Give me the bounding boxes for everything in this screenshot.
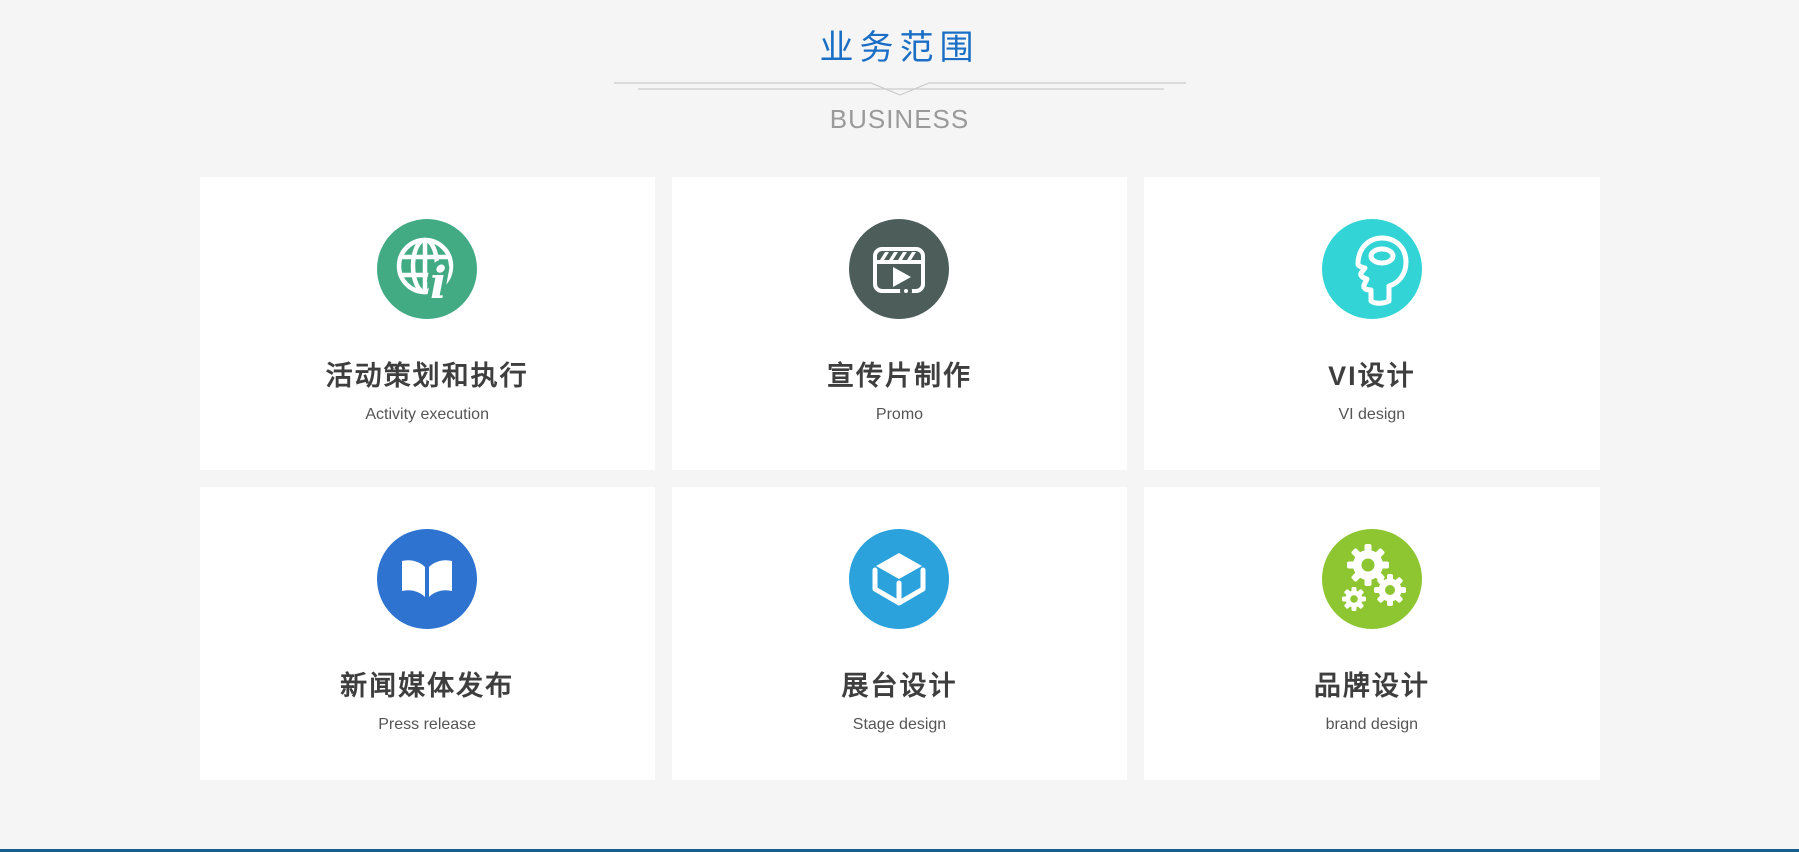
globe-info-icon: i — [377, 219, 477, 319]
service-card-promo[interactable]: 宣传片制作 Promo — [672, 177, 1127, 470]
card-subtitle: Activity execution — [200, 406, 655, 424]
section-header: 业务范围 BUSINESS — [0, 0, 1799, 135]
gears-icon — [1322, 529, 1422, 629]
services-grid: i 活动策划和执行 Activity execution — [200, 177, 1600, 780]
service-card-activity-execution[interactable]: i 活动策划和执行 Activity execution — [200, 177, 655, 470]
card-title: 新闻媒体发布 — [200, 664, 655, 703]
card-subtitle: VI design — [1144, 406, 1599, 424]
service-card-stage-design[interactable]: 展台设计 Stage design — [672, 487, 1127, 780]
divider-chevron-lines — [614, 82, 1186, 98]
service-card-vi-design[interactable]: VI设计 VI design — [1144, 177, 1599, 470]
card-title: 品牌设计 — [1144, 664, 1599, 703]
card-title: VI设计 — [1144, 354, 1599, 393]
head-profile-icon — [1322, 219, 1422, 319]
service-card-press-release[interactable]: 新闻媒体发布 Press release — [200, 487, 655, 780]
title-divider — [614, 82, 1186, 98]
card-title: 宣传片制作 — [672, 354, 1127, 393]
card-subtitle: Promo — [672, 406, 1127, 424]
card-subtitle: brand design — [1144, 716, 1599, 734]
card-title: 活动策划和执行 — [200, 354, 655, 393]
svg-text:i: i — [430, 258, 447, 309]
card-subtitle: Stage design — [672, 716, 1127, 734]
cube-icon — [849, 529, 949, 629]
card-title: 展台设计 — [672, 664, 1127, 703]
section-subtitle: BUSINESS — [0, 104, 1799, 135]
open-book-icon — [377, 529, 477, 629]
service-card-brand-design[interactable]: 品牌设计 brand design — [1144, 487, 1599, 780]
clapperboard-play-icon — [849, 219, 949, 319]
card-subtitle: Press release — [200, 716, 655, 734]
section-title: 业务范围 — [0, 30, 1799, 67]
